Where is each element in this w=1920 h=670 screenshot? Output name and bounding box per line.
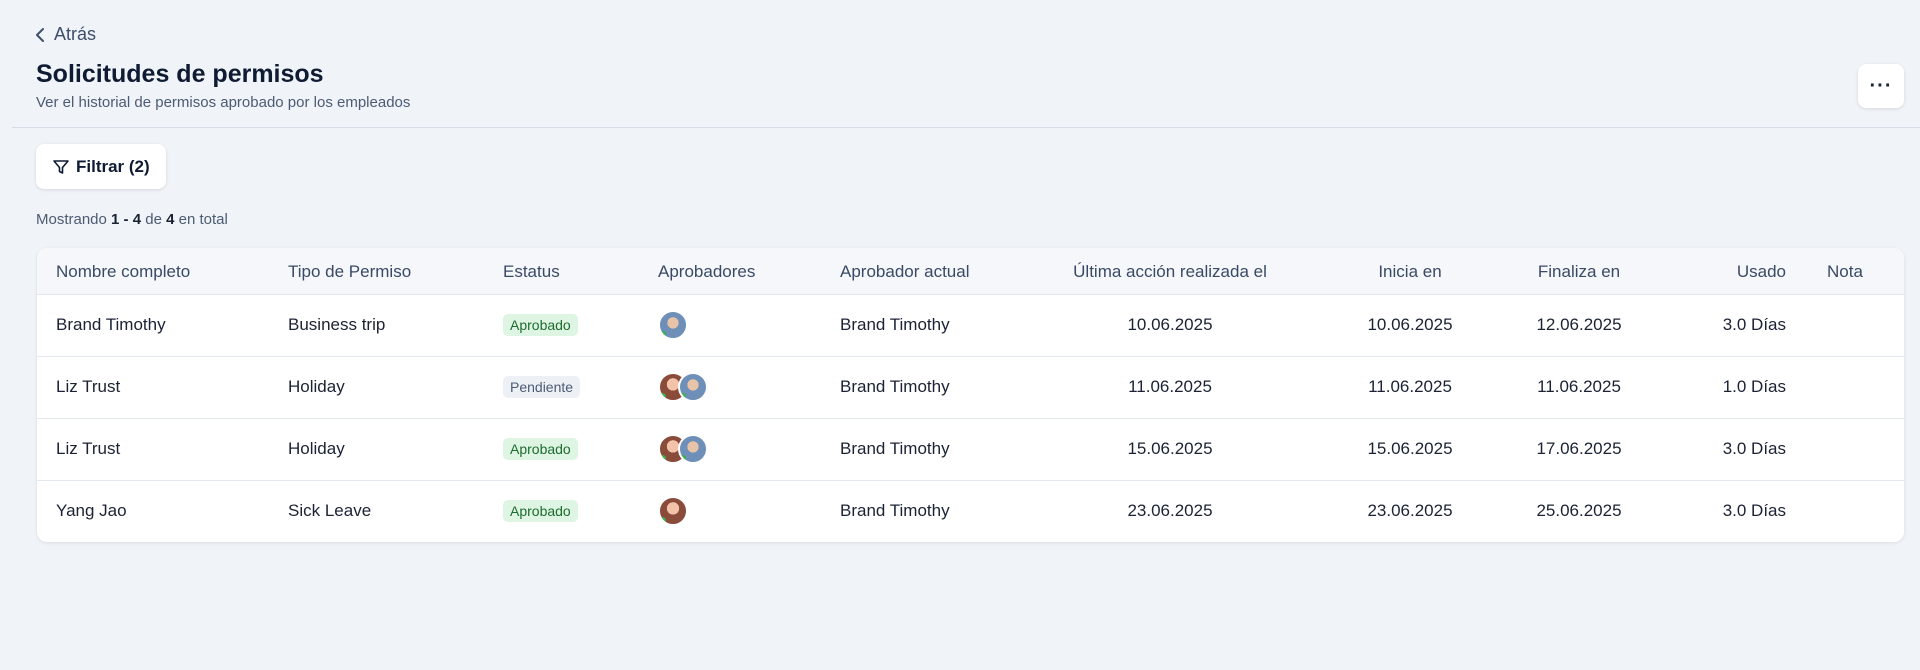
header-col-approvers: Aprobadores <box>658 262 756 281</box>
cell-name: Liz Trust <box>56 439 121 458</box>
filter-label: Filtrar (2) <box>76 156 150 176</box>
cell-type: Holiday <box>288 377 345 396</box>
cell-end: 17.06.2025 <box>1536 439 1622 458</box>
cell-start: 11.06.2025 <box>1368 377 1452 396</box>
status-badge: Aprobado <box>503 314 578 336</box>
more-options-button[interactable]: ··· <box>1858 64 1904 108</box>
back-label: Atrás <box>54 24 97 44</box>
header-col-last-action: Última acción realizada el <box>1073 262 1267 281</box>
cell-used: 3.0 Días <box>1722 315 1786 334</box>
page-title: Solicitudes de permisos <box>36 60 324 88</box>
cell-type: Business trip <box>288 315 386 334</box>
cell-start: 10.06.2025 <box>1367 315 1453 334</box>
table-header: Nombre completo Tipo de Permiso Estatus Apr… <box>37 248 1904 295</box>
table-body: Brand Timothy Business trip Aprobado Brand … <box>37 295 1904 542</box>
back-link[interactable]: Atrás <box>34 24 96 45</box>
online-status-dot <box>660 331 666 338</box>
more-icon: ··· <box>1869 74 1893 97</box>
status-badge: Pendiente <box>503 376 581 398</box>
cell-name: Liz Trust <box>56 377 121 396</box>
header-col-used: Usado <box>1736 262 1786 281</box>
table-row[interactable]: Liz Trust Holiday Pendiente Brand Timothy 11… <box>37 357 1904 419</box>
header-col-name: Nombre completo <box>56 262 191 281</box>
cell-name: Yang Jao <box>56 501 127 520</box>
summary-of: de <box>145 211 162 228</box>
table-row[interactable]: Yang Jao Sick Leave Aprobado Brand Timothy 2… <box>37 481 1904 542</box>
cell-last-action: 23.06.2025 <box>1127 501 1213 520</box>
header-col-status: Estatus <box>503 262 560 281</box>
header-col-current-approver: Aprobador actual <box>840 262 970 281</box>
header-col-start: Inicia en <box>1378 262 1442 281</box>
avatar <box>658 310 688 340</box>
header-col-note: Nota <box>1827 262 1863 281</box>
cell-end: 12.06.2025 <box>1536 315 1622 334</box>
status-badge: Aprobado <box>503 438 578 460</box>
cell-used: 3.0 Días <box>1722 501 1786 520</box>
header-col-end: Finaliza en <box>1537 262 1621 281</box>
table-row[interactable]: Brand Timothy Business trip Aprobado Brand … <box>37 295 1904 357</box>
online-status-dot <box>660 393 666 400</box>
header-col-type: Tipo de Permiso <box>288 262 412 281</box>
cell-name: Brand Timothy <box>56 315 166 334</box>
cell-current-approver: Brand Timothy <box>840 501 950 520</box>
cell-start: 15.06.2025 <box>1367 439 1453 458</box>
approvers-avatars <box>658 496 688 526</box>
cell-current-approver: Brand Timothy <box>840 377 950 396</box>
summary-range: 1 - 4 <box>111 211 142 228</box>
header-divider <box>12 127 1920 128</box>
cell-start: 23.06.2025 <box>1367 501 1453 520</box>
cell-type: Sick Leave <box>288 501 372 520</box>
approvers-avatars <box>658 372 708 402</box>
cell-last-action: 15.06.2025 <box>1127 439 1213 458</box>
summary-prefix: Mostrando <box>36 211 107 228</box>
approvers-avatars <box>658 434 708 464</box>
table-row[interactable]: Liz Trust Holiday Aprobado Brand Timothy 15.… <box>37 419 1904 481</box>
avatar <box>678 372 708 402</box>
cell-end: 11.06.2025 <box>1537 377 1621 396</box>
online-status-dot <box>660 455 666 462</box>
cell-type: Holiday <box>288 439 345 458</box>
approvers-avatars <box>658 310 688 340</box>
results-summary: Mostrando 1 - 4 de 4 en total <box>36 211 228 228</box>
leave-requests-table: Nombre completo Tipo de Permiso Estatus Apr… <box>37 248 1904 542</box>
status-badge: Aprobado <box>503 500 578 522</box>
cell-current-approver: Brand Timothy <box>840 439 950 458</box>
summary-suffix: en total <box>178 211 228 228</box>
cell-end: 25.06.2025 <box>1536 501 1622 520</box>
online-status-dot <box>660 517 666 524</box>
online-status-dot <box>680 455 686 462</box>
page-subtitle: Ver el historial de permisos aprobado po… <box>36 94 411 111</box>
filter-icon <box>53 159 69 174</box>
avatar <box>678 434 708 464</box>
cell-used: 3.0 Días <box>1722 439 1786 458</box>
filter-button[interactable]: Filtrar (2) <box>36 144 166 189</box>
avatar <box>658 496 688 526</box>
cell-used: 1.0 Días <box>1722 377 1786 396</box>
cell-last-action: 11.06.2025 <box>1128 377 1212 396</box>
cell-current-approver: Brand Timothy <box>840 315 950 334</box>
summary-total: 4 <box>166 211 175 228</box>
cell-last-action: 10.06.2025 <box>1127 315 1213 334</box>
chevron-left-icon <box>36 27 44 42</box>
online-status-dot <box>680 393 686 400</box>
